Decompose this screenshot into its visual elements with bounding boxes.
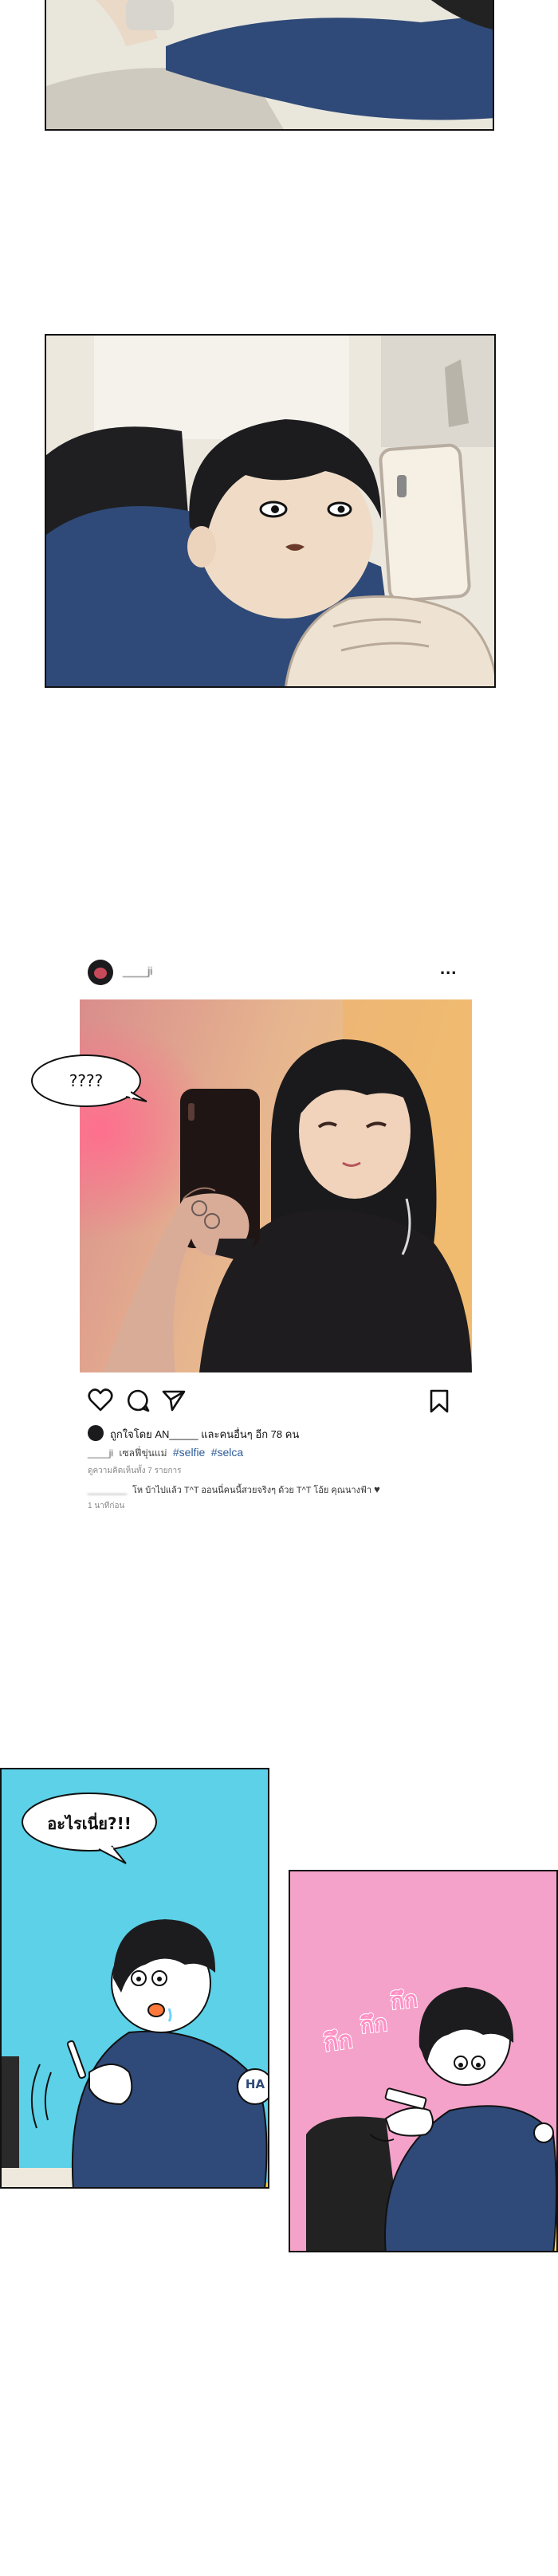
caption-username[interactable]: ____ji — [88, 1447, 113, 1459]
sfx-tap-2: กึก — [358, 2009, 389, 2039]
comment-line: ________ โห บ้าไปแล้ว T^T ออนนี่คนนี้สวย… — [88, 1482, 380, 1497]
speech-bubble-question: ???? — [29, 1050, 148, 1114]
comic-panel-5: กึก กึก กึก — [289, 1870, 558, 2252]
caption-line: ____ji เซลฟี่ขุ่นแม่ #selfie #selca — [88, 1446, 243, 1461]
likes-avatar — [88, 1425, 104, 1441]
comic-panel-1 — [45, 0, 494, 131]
speech-bubble-exclaim-text: อะไรเนี่ย?!! — [47, 1814, 132, 1833]
heart-icon[interactable] — [88, 1388, 113, 1412]
comment-icon[interactable] — [126, 1388, 150, 1412]
jacket-badge: HA — [245, 2077, 265, 2091]
panel-2-art — [46, 336, 494, 686]
instagram-post: ____ji ... ถูกใจโดย AN_____ และคนอื่นๆ อ… — [77, 955, 475, 1529]
speech-bubble-exclaim: อะไรเนี่ย?!! — [16, 1789, 167, 1865]
comic-panel-2 — [45, 334, 496, 688]
caption-text: เซลฟี่ขุ่นแม่ — [119, 1447, 167, 1459]
likes-line[interactable]: ถูกใจโดย AN_____ และคนอื่นๆ อีก 78 คน — [110, 1426, 299, 1443]
bookmark-icon[interactable] — [429, 1388, 450, 1414]
comment-username[interactable]: ________ — [88, 1486, 127, 1495]
hashtag-selca[interactable]: #selca — [211, 1446, 243, 1459]
sfx-tap-3: กึก — [388, 1985, 419, 2015]
post-username[interactable]: ____ji — [123, 964, 152, 977]
sfx-tap-1: กึก — [321, 2025, 356, 2059]
post-avatar[interactable] — [88, 960, 113, 985]
post-more-button[interactable]: ... — [440, 958, 457, 979]
panel-5-art — [290, 1871, 556, 2251]
heart-glyph: ♥ — [374, 1483, 380, 1495]
comment-text: โห บ้าไปแล้ว T^T ออนนี่คนนี้สวยจริงๆ ด้ว… — [132, 1486, 371, 1495]
speech-bubble-text: ???? — [69, 1071, 104, 1090]
post-time: 1 นาทีก่อน — [88, 1502, 125, 1510]
share-icon[interactable] — [161, 1388, 187, 1412]
panel-1-art — [46, 0, 493, 129]
view-all-comments-link[interactable]: ดูความคิดเห็นทั้ง 7 รายการ — [88, 1465, 182, 1477]
hashtag-selfie[interactable]: #selfie — [173, 1446, 205, 1459]
